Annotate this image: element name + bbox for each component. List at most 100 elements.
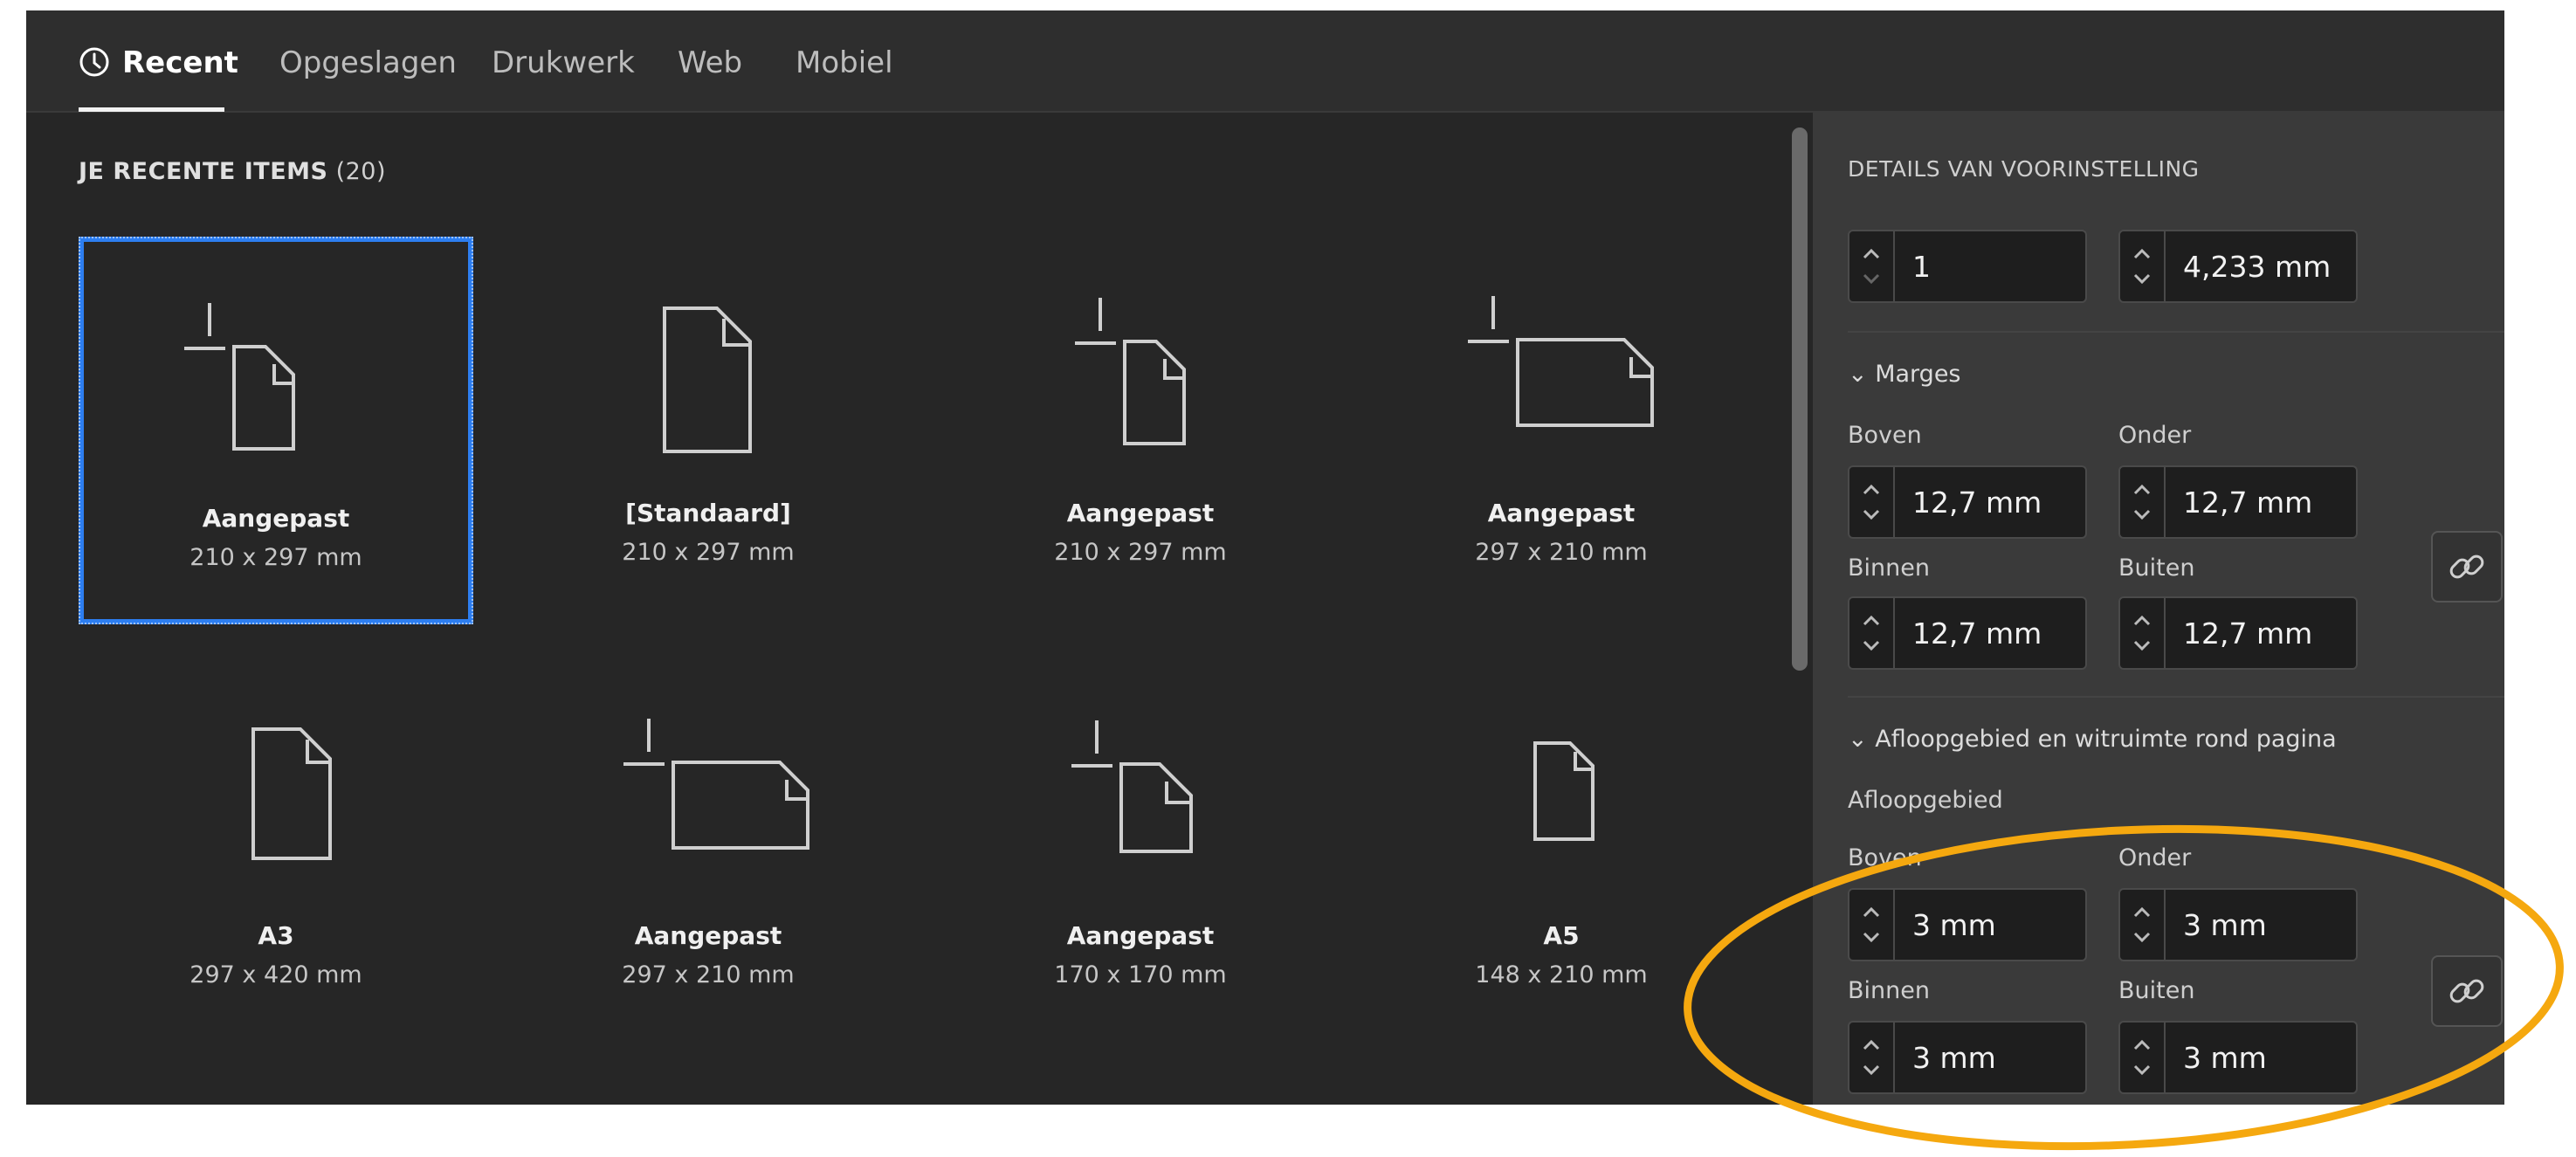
tab-print[interactable]: Drukwerk — [492, 37, 635, 89]
up-down-arrows-icon[interactable] — [1849, 467, 1895, 537]
margin-outside-label: Buiten — [2118, 554, 2195, 582]
margin-inside-stepper[interactable]: 12,7 mm — [1848, 596, 2087, 670]
preset-size: 170 x 170 mm — [1054, 961, 1227, 988]
chevron-down-icon: ⌄ — [1848, 726, 1868, 753]
up-down-arrows-icon[interactable] — [2120, 598, 2166, 668]
new-document-dialog: Recent Opgeslagen Drukwerk Web Mobiel JE… — [26, 10, 2504, 1105]
up-down-arrows-icon[interactable] — [1849, 1023, 1895, 1092]
margin-top-stepper[interactable]: 12,7 mm — [1848, 465, 2087, 539]
preset-name: A5 — [1543, 921, 1580, 950]
up-down-arrows-icon[interactable] — [1849, 890, 1895, 960]
divider — [1848, 331, 2504, 333]
preset-size: 297 x 210 mm — [622, 961, 795, 988]
bleed-label: Afloopgebied — [1848, 787, 2003, 814]
bleed-inside-label: Binnen — [1848, 977, 1930, 1004]
preset-size: 210 x 297 mm — [1054, 539, 1227, 566]
margin-top-label: Boven — [1848, 422, 1922, 449]
bleed-bottom-label: Onder — [2118, 844, 2192, 871]
bleed-bottom-value: 3 mm — [2183, 907, 2267, 942]
tab-recent[interactable]: Recent — [79, 37, 238, 89]
recent-items-count: (20) — [335, 158, 386, 185]
scrollbar-thumb[interactable] — [1792, 127, 1808, 671]
up-down-arrows-icon[interactable] — [1849, 231, 1895, 301]
preset-name: Aangepast — [1066, 499, 1215, 527]
preset-tile[interactable]: Aangepast 210 x 297 mm — [79, 237, 473, 624]
recent-items-title: JE RECENTE ITEMS — [79, 158, 328, 185]
chevron-down-icon: ⌄ — [1848, 361, 1868, 388]
margins-section-toggle[interactable]: ⌄ Marges — [1848, 361, 1961, 388]
bleed-section-toggle[interactable]: ⌄ Afloopgebied en witruimte rond pagina — [1848, 726, 2337, 753]
custom-landscape-document-icon — [623, 719, 809, 850]
active-tab-indicator — [79, 107, 224, 112]
preset-name: Aangepast — [202, 504, 350, 533]
preset-tile[interactable]: Aangepast 210 x 297 mm — [943, 237, 1338, 624]
preset-tile[interactable]: Aangepast 297 x 210 mm — [511, 659, 906, 1047]
custom-square-document-icon — [1071, 720, 1193, 853]
up-down-arrows-icon[interactable] — [2120, 1023, 2166, 1092]
columns-stepper[interactable]: 1 — [1848, 230, 2087, 303]
preset-tile[interactable]: Aangepast 170 x 170 mm — [943, 659, 1338, 1047]
preset-size: 210 x 297 mm — [622, 539, 795, 566]
tab-recent-label: Recent — [122, 45, 238, 80]
preset-tile[interactable]: Aangepast 297 x 210 mm — [1364, 237, 1759, 624]
up-down-arrows-icon[interactable] — [1849, 598, 1895, 668]
bleed-top-value: 3 mm — [1912, 907, 1996, 942]
preset-name: Aangepast — [634, 921, 782, 950]
bleed-outside-value: 3 mm — [2183, 1040, 2267, 1075]
up-down-arrows-icon[interactable] — [2120, 231, 2166, 301]
preset-tile[interactable]: A3 297 x 420 mm — [79, 659, 473, 1047]
preset-size: 210 x 297 mm — [189, 544, 362, 571]
bleed-inside-stepper[interactable]: 3 mm — [1848, 1021, 2087, 1094]
margin-top-value: 12,7 mm — [1912, 485, 2042, 520]
tab-saved[interactable]: Opgeslagen — [279, 37, 457, 89]
preset-name: A3 — [258, 921, 294, 950]
custom-portrait-document-icon — [184, 303, 295, 451]
bleed-top-label: Boven — [1848, 844, 1922, 871]
margin-outside-stepper[interactable]: 12,7 mm — [2118, 596, 2358, 670]
up-down-arrows-icon[interactable] — [2120, 467, 2166, 537]
divider — [1848, 696, 2504, 698]
tab-bar: Recent Opgeslagen Drukwerk Web Mobiel — [26, 10, 2504, 113]
margins-label: Marges — [1875, 361, 1961, 388]
bleed-outside-label: Buiten — [2118, 977, 2195, 1004]
recent-items-heading: JE RECENTE ITEMS (20) — [79, 158, 386, 185]
columns-value: 1 — [1912, 249, 1931, 284]
margin-outside-value: 12,7 mm — [2183, 616, 2313, 651]
preset-name: Aangepast — [1487, 499, 1636, 527]
bleed-top-stepper[interactable]: 3 mm — [1848, 888, 2087, 961]
gutter-stepper[interactable]: 4,233 mm — [2118, 230, 2358, 303]
portrait-document-icon — [663, 306, 752, 453]
preset-tile[interactable]: [Standaard] 210 x 297 mm — [511, 237, 906, 624]
link-margins-button[interactable] — [2431, 531, 2503, 603]
bleed-outside-stepper[interactable]: 3 mm — [2118, 1021, 2358, 1094]
portrait-document-icon — [251, 727, 332, 860]
preset-tile[interactable]: A5 148 x 210 mm — [1364, 659, 1759, 1047]
margin-inside-label: Binnen — [1848, 554, 1930, 582]
margin-bottom-label: Onder — [2118, 422, 2192, 449]
margin-inside-value: 12,7 mm — [1912, 616, 2042, 651]
preset-name: [Standaard] — [625, 499, 791, 527]
link-chain-icon — [2449, 554, 2484, 579]
bleed-inside-value: 3 mm — [1912, 1040, 1996, 1075]
recent-items-area: JE RECENTE ITEMS (20) Aangepast 210 x 29… — [26, 113, 1786, 1105]
margin-bottom-stepper[interactable]: 12,7 mm — [2118, 465, 2358, 539]
preset-size: 148 x 210 mm — [1475, 961, 1648, 988]
preset-details-panel: DETAILS VAN VOORINSTELLING 1 4,233 mm ⌄ … — [1813, 113, 2504, 1105]
preset-name: Aangepast — [1066, 921, 1215, 950]
custom-landscape-document-icon — [1468, 296, 1654, 427]
small-portrait-document-icon — [1533, 741, 1595, 841]
custom-portrait-document-icon — [1075, 298, 1186, 445]
link-bleed-button[interactable] — [2431, 955, 2503, 1027]
up-down-arrows-icon[interactable] — [2120, 890, 2166, 960]
clock-icon — [79, 47, 109, 77]
bleed-bottom-stepper[interactable]: 3 mm — [2118, 888, 2358, 961]
tab-mobile[interactable]: Mobiel — [796, 37, 893, 89]
preset-size: 297 x 210 mm — [1475, 539, 1648, 566]
link-chain-icon — [2449, 979, 2484, 1003]
gutter-value: 4,233 mm — [2183, 249, 2331, 284]
margin-bottom-value: 12,7 mm — [2183, 485, 2313, 520]
bleed-section-label: Afloopgebied en witruimte rond pagina — [1875, 726, 2337, 753]
preset-size: 297 x 420 mm — [189, 961, 362, 988]
tab-web[interactable]: Web — [678, 37, 742, 89]
preset-details-title: DETAILS VAN VOORINSTELLING — [1848, 156, 2200, 182]
